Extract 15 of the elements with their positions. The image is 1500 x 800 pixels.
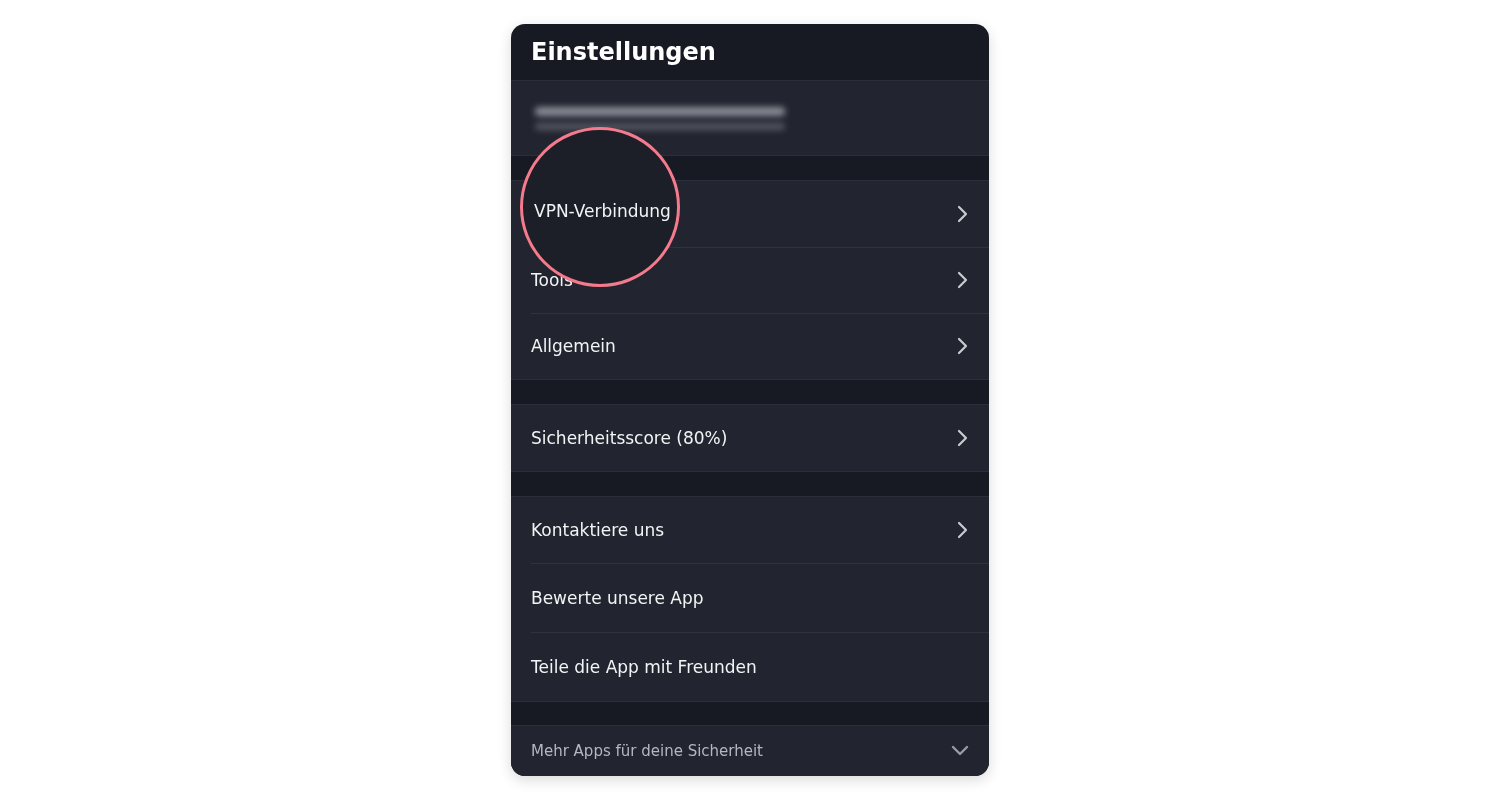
chevron-right-icon (957, 271, 969, 289)
chevron-right-icon (957, 205, 969, 223)
item-label: Sicherheitsscore (80%) (531, 428, 728, 448)
item-label: Bewerte unsere App (531, 587, 704, 608)
page-title: Einstellungen (530, 37, 717, 68)
chevron-right-icon (957, 521, 969, 539)
more-apps-section[interactable]: Mehr Apps für deine Sicherheit (511, 725, 989, 776)
item-label: Kontaktiere uns (531, 520, 665, 540)
chevron-right-icon (957, 337, 969, 355)
chevron-right-icon (957, 429, 969, 447)
account-info[interactable] (511, 80, 989, 156)
item-label: Allgemein (531, 336, 616, 356)
item-label: Teile die App mit Freunden (531, 656, 757, 677)
section-label: Mehr Apps für deine Sicherheit (531, 742, 763, 760)
item-label: VPN-Verbindung (534, 201, 671, 221)
